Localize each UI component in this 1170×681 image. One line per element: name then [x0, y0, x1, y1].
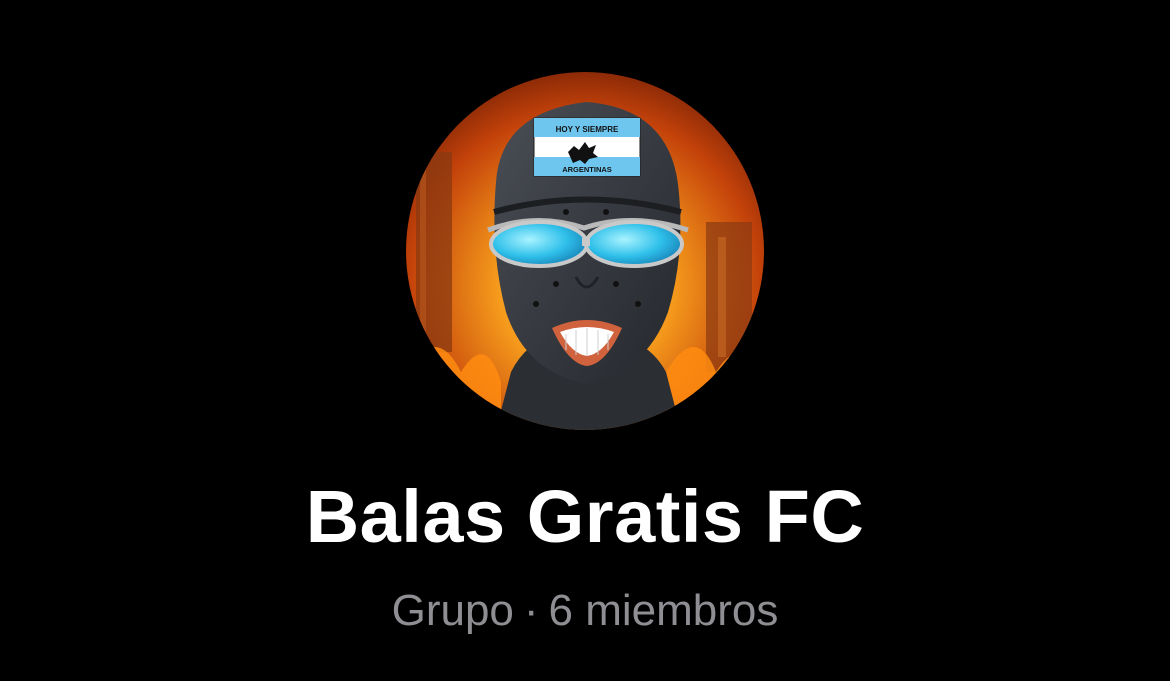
group-title: Balas Gratis FC: [305, 475, 865, 558]
group-members-count[interactable]: 6 miembros: [549, 586, 779, 635]
group-avatar[interactable]: HOY Y SIEMPRE ARGENTINAS: [406, 72, 764, 430]
group-info-header: HOY Y SIEMPRE ARGENTINAS Balas Gratis FC…: [0, 0, 1170, 681]
subtitle-separator: ·: [523, 586, 539, 635]
svg-text:HOY Y SIEMPRE: HOY Y SIEMPRE: [556, 125, 619, 134]
svg-text:ARGENTINAS: ARGENTINAS: [562, 165, 612, 174]
group-avatar-image: HOY Y SIEMPRE ARGENTINAS: [406, 72, 764, 430]
group-subtitle: Grupo · 6 miembros: [0, 584, 1170, 638]
group-type-label: Grupo: [391, 586, 514, 635]
